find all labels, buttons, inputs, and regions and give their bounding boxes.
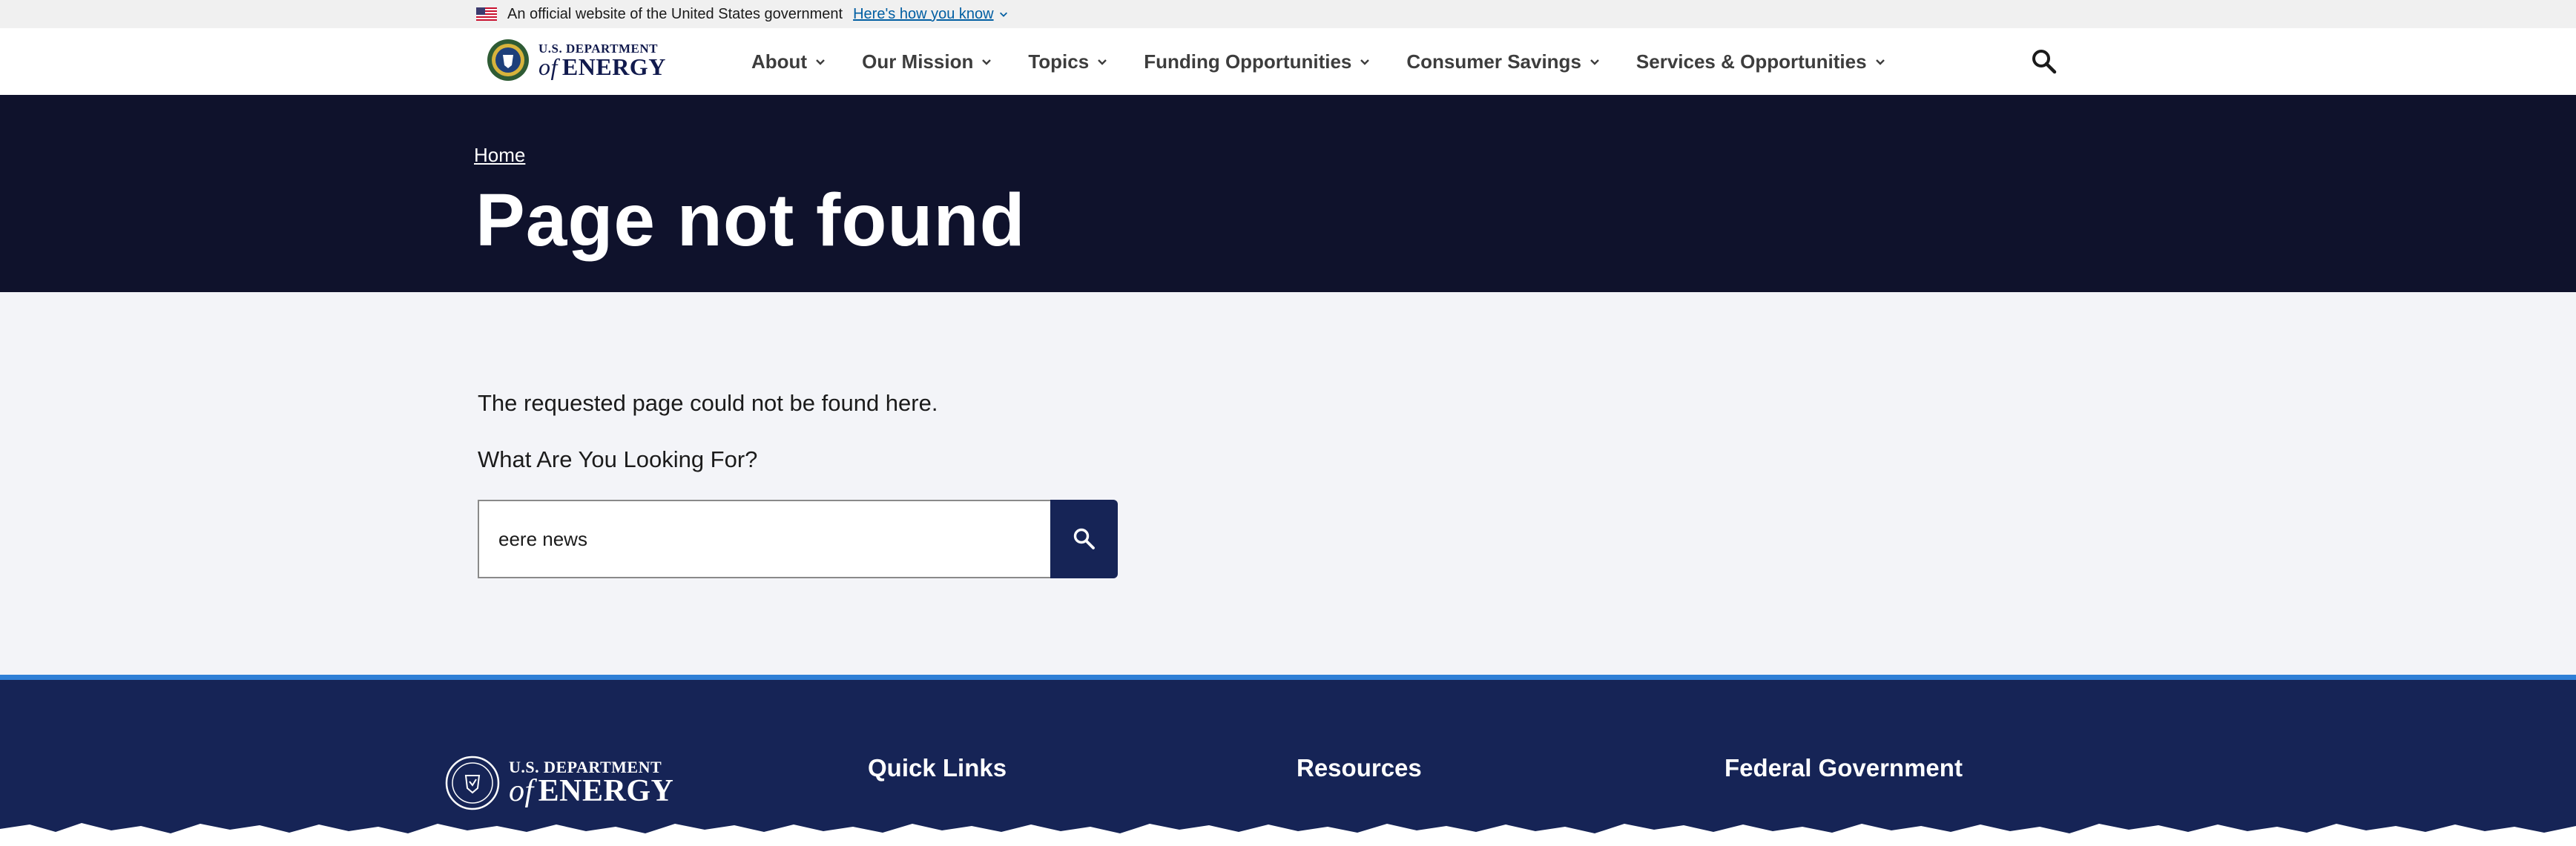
search-input[interactable] — [478, 500, 1050, 578]
search-submit-button[interactable] — [1050, 500, 1118, 578]
footer-heading-federal-government: Federal Government — [1725, 754, 1963, 781]
gov-banner: An official website of the United States… — [0, 0, 2576, 28]
footer-heading-quick-links: Quick Links — [868, 754, 1007, 781]
search-icon[interactable] — [2030, 47, 2058, 76]
site-header: U.S. DEPARTMENT of ENERGY About Our Missi… — [0, 28, 2576, 96]
doe-seal-icon — [487, 39, 529, 81]
doe-seal-icon — [445, 756, 500, 810]
search-form — [478, 500, 1118, 578]
nav-our-mission-label: Our Mission — [862, 50, 974, 73]
doe-logo[interactable]: U.S. DEPARTMENT of ENERGY — [487, 36, 666, 85]
gov-banner-content: An official website of the United States… — [476, 3, 1009, 25]
how-you-know-label: Here's how you know — [853, 5, 994, 22]
chevron-down-icon — [1098, 59, 1107, 65]
nav-consumer-savings[interactable]: Consumer Savings — [1406, 50, 1601, 73]
footer-logo-bottom-text: of ENERGY — [509, 776, 673, 807]
footer-logo-of-text: of — [509, 774, 534, 808]
torn-edge-decoration — [0, 823, 2576, 846]
main-content: The requested page could not be found he… — [0, 292, 2576, 675]
footer-logo-energy-text: ENERGY — [538, 774, 674, 808]
logo-energy-text: ENERGY — [561, 53, 666, 80]
nav-funding-opportunities[interactable]: Funding Opportunities — [1144, 50, 1371, 73]
chevron-down-icon — [816, 59, 825, 65]
page-title: Page not found — [475, 179, 1026, 262]
nav-topics-label: Topics — [1028, 50, 1090, 73]
footer-logo-top-text: U.S. DEPARTMENT — [509, 758, 662, 776]
gov-banner-text: An official website of the United States… — [507, 5, 843, 22]
not-found-message: The requested page could not be found he… — [478, 390, 938, 416]
nav-topics[interactable]: Topics — [1028, 50, 1108, 73]
footer-accent-bar — [0, 675, 2576, 680]
nav-about[interactable]: About — [751, 50, 826, 73]
chevron-down-icon — [1875, 59, 1885, 65]
footer-doe-logo[interactable]: U.S. DEPARTMENT of ENERGY — [445, 756, 673, 810]
chevron-down-icon — [999, 12, 1007, 17]
us-flag-icon — [476, 7, 497, 21]
logo-bottom-text: of ENERGY — [538, 55, 666, 79]
chevron-down-icon — [1590, 59, 1599, 65]
nav-about-label: About — [751, 50, 808, 73]
nav-services-opportunities[interactable]: Services & Opportunities — [1636, 50, 1886, 73]
chevron-down-icon — [1360, 59, 1370, 65]
nav-funding-opportunities-label: Funding Opportunities — [1144, 50, 1352, 73]
search-prompt: What Are You Looking For? — [478, 446, 758, 472]
chevron-down-icon — [982, 59, 992, 65]
doe-logo-text: U.S. DEPARTMENT of ENERGY — [538, 42, 666, 79]
page-hero: Home Page not found — [0, 95, 2576, 292]
main-nav: About Our Mission Topics Funding Opportu… — [751, 28, 1922, 95]
footer-logo-text: U.S. DEPARTMENT of ENERGY — [509, 759, 673, 807]
nav-consumer-savings-label: Consumer Savings — [1406, 50, 1581, 73]
logo-of-text: of — [538, 53, 558, 80]
search-icon — [1073, 528, 1095, 549]
footer-heading-resources: Resources — [1297, 754, 1422, 781]
breadcrumb-home[interactable]: Home — [474, 144, 525, 167]
nav-services-opportunities-label: Services & Opportunities — [1635, 50, 1867, 73]
nav-our-mission[interactable]: Our Mission — [862, 50, 992, 73]
how-you-know-link[interactable]: Here's how you know — [853, 6, 1008, 23]
